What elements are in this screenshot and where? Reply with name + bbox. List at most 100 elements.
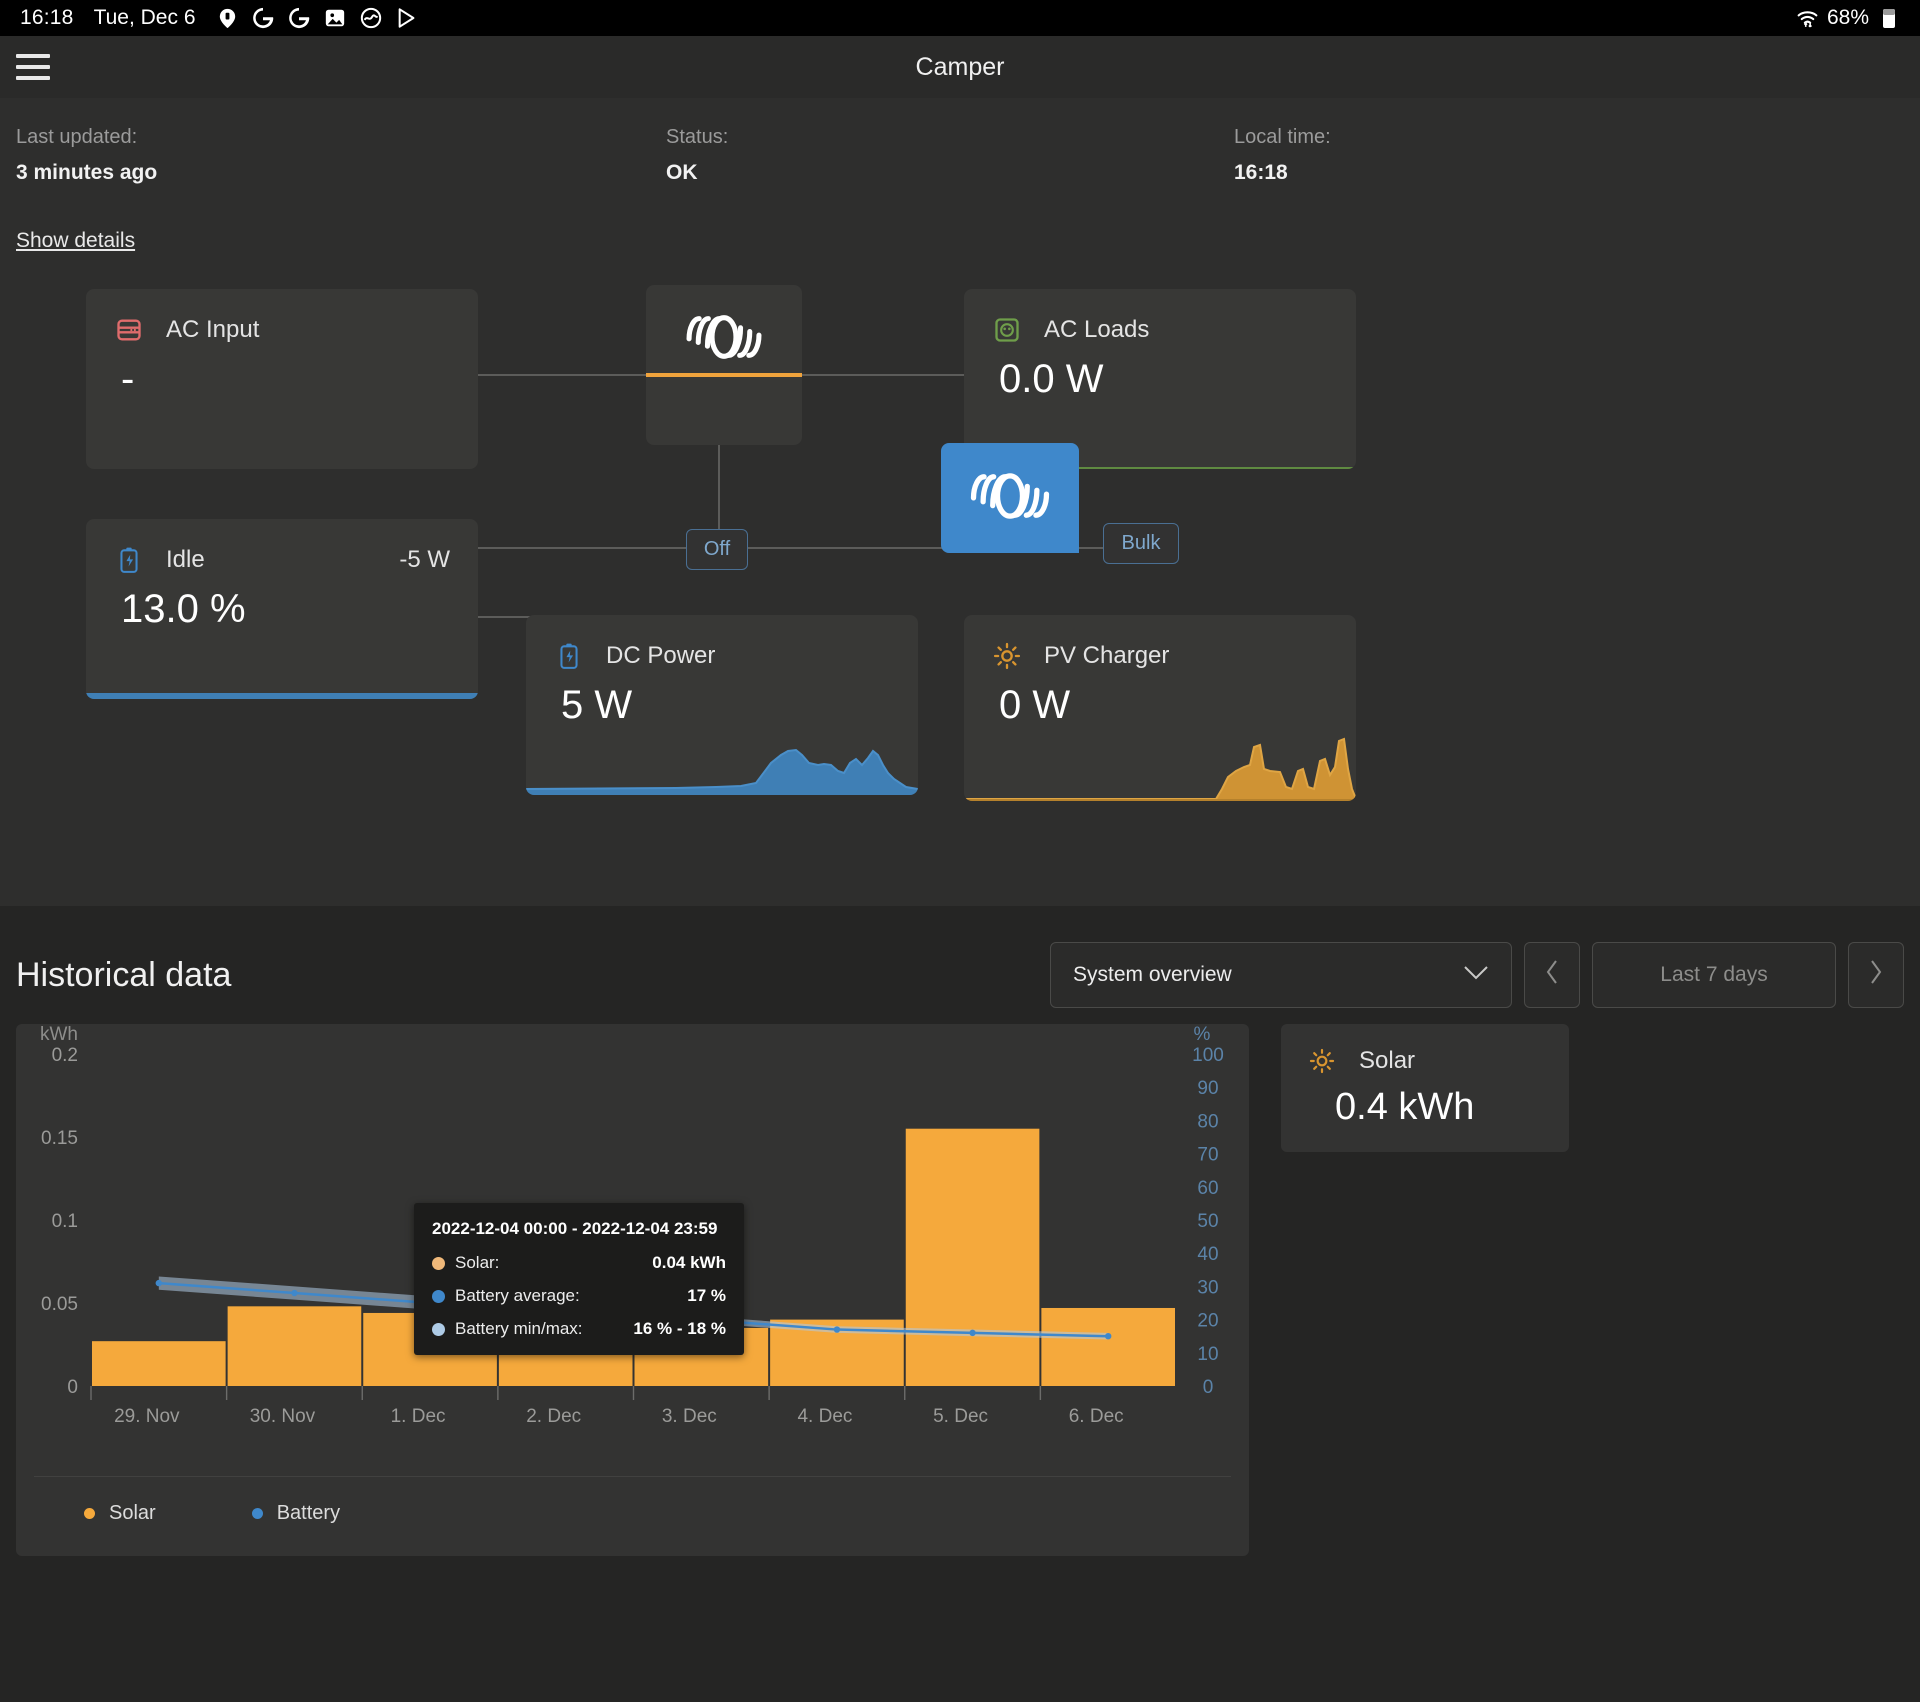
svg-text:90: 90 bbox=[1197, 1078, 1218, 1099]
tooltip-dot-solar bbox=[432, 1256, 445, 1270]
mppt-device-box[interactable] bbox=[941, 443, 1079, 553]
chevron-down-icon bbox=[1463, 963, 1489, 987]
svg-text:0.2: 0.2 bbox=[52, 1045, 78, 1066]
status-bar-right-cluster: 68% bbox=[1796, 6, 1900, 30]
chevron-right-icon bbox=[1869, 959, 1883, 992]
chart-bar[interactable] bbox=[1041, 1307, 1175, 1386]
wifi-icon bbox=[1796, 7, 1819, 30]
tooltip-label-solar: Solar: bbox=[455, 1253, 500, 1272]
svg-text:10: 10 bbox=[1197, 1344, 1218, 1365]
legend-label-battery: Battery bbox=[276, 1502, 341, 1524]
svg-text:%: % bbox=[1194, 1024, 1211, 1045]
ac-input-value: - bbox=[121, 357, 135, 401]
dataset-select[interactable]: System overview bbox=[1050, 942, 1512, 1008]
tooltip-value-battery-average: 17 % bbox=[687, 1286, 726, 1305]
status-value: OK bbox=[666, 161, 698, 184]
play-store-icon bbox=[396, 7, 419, 30]
system-status-bar: 16:18 Tue, Dec 6 68% bbox=[0, 0, 1920, 36]
dc-power-sparkline bbox=[526, 703, 918, 795]
tooltip-dot-battery-average bbox=[432, 1289, 445, 1303]
battery-indicator-line bbox=[86, 693, 478, 699]
battery-icon bbox=[554, 641, 584, 671]
tooltip-value-battery-minmax: 16 % - 18 % bbox=[633, 1319, 726, 1338]
pv-charger-title: PV Charger bbox=[1044, 642, 1170, 669]
wire-inverter-to-acloads bbox=[800, 374, 964, 376]
legend-item-battery[interactable]: Battery bbox=[251, 1502, 341, 1525]
tooltip-value-solar: 0.04 kWh bbox=[652, 1253, 726, 1272]
google-icon bbox=[252, 7, 275, 30]
chart-point[interactable] bbox=[155, 1279, 163, 1287]
x-axis-tick-label: 29. Nov bbox=[114, 1406, 180, 1427]
x-axis-tick-label: 2. Dec bbox=[526, 1406, 581, 1427]
svg-text:0: 0 bbox=[67, 1377, 78, 1398]
sun-icon bbox=[992, 641, 1022, 671]
solar-summary-card[interactable]: Solar 0.4 kWh bbox=[1281, 1024, 1569, 1152]
chart-point[interactable] bbox=[291, 1289, 298, 1297]
svg-text:kWh: kWh bbox=[40, 1024, 78, 1045]
svg-text:40: 40 bbox=[1197, 1244, 1218, 1265]
tooltip-label-battery-average: Battery average: bbox=[455, 1286, 580, 1305]
show-details-link[interactable]: Show details bbox=[16, 229, 135, 253]
legend-item-solar[interactable]: Solar bbox=[84, 1502, 156, 1525]
last-updated-value: 3 minutes ago bbox=[16, 161, 158, 184]
google-icon bbox=[288, 7, 311, 30]
svg-text:60: 60 bbox=[1197, 1178, 1218, 1199]
wire-acinput-to-inverter bbox=[478, 374, 648, 376]
ac-loads-title: AC Loads bbox=[1044, 316, 1150, 343]
ac-input-card[interactable]: AC Input - bbox=[86, 289, 478, 469]
hamburger-menu-icon[interactable] bbox=[16, 54, 50, 80]
battery-state-label: Idle bbox=[166, 546, 205, 573]
dc-power-title: DC Power bbox=[606, 642, 716, 669]
battery-soc-value: 13.0 % bbox=[121, 587, 246, 631]
next-period-button[interactable] bbox=[1848, 942, 1904, 1008]
chart-bar[interactable] bbox=[92, 1341, 226, 1386]
pv-charger-card[interactable]: PV Charger 0 W bbox=[964, 615, 1356, 801]
historical-data-panel: Historical data System overview Last 7 d… bbox=[0, 906, 1920, 1702]
historical-chart-card[interactable]: kWh 0 0.05 0.1 0.15 0.2% 0 10 20 30 40 50 60 70 80 90 10… bbox=[16, 1024, 1249, 1556]
ac-input-header: AC Input bbox=[86, 289, 478, 345]
battery-card[interactable]: Idle -5 W 13.0 % bbox=[86, 519, 478, 699]
ac-input-icon bbox=[114, 315, 144, 345]
mppt-state-badge[interactable]: Bulk bbox=[1103, 523, 1179, 564]
tooltip-row-battery-minmax: Battery min/max: 16 % - 18 % bbox=[432, 1319, 726, 1339]
chart-point[interactable] bbox=[969, 1329, 976, 1337]
svg-text:70: 70 bbox=[1197, 1145, 1218, 1166]
legend-dot-battery bbox=[251, 1508, 263, 1519]
pin-icon bbox=[216, 7, 239, 30]
ac-loads-outlet-icon bbox=[992, 315, 1022, 345]
chevron-left-icon bbox=[1545, 959, 1559, 992]
tooltip-dot-battery-minmax bbox=[432, 1322, 445, 1336]
local-time-value: 16:18 bbox=[1234, 161, 1288, 184]
status-block: Status: OK bbox=[666, 126, 1234, 185]
chart-bar[interactable] bbox=[227, 1306, 362, 1386]
solar-summary-title: Solar bbox=[1359, 1047, 1416, 1074]
chart-point[interactable] bbox=[833, 1326, 841, 1333]
local-time-label: Local time: bbox=[1234, 126, 1331, 148]
dataset-select-value: System overview bbox=[1073, 963, 1232, 986]
sync-icon bbox=[360, 7, 383, 30]
pv-charger-sparkline bbox=[964, 709, 1356, 801]
dc-power-card[interactable]: DC Power 5 W bbox=[526, 615, 918, 795]
x-axis-tick-label: 6. Dec bbox=[1069, 1406, 1124, 1427]
sun-icon bbox=[1307, 1046, 1337, 1076]
legend-label-solar: Solar bbox=[109, 1502, 156, 1524]
battery-icon bbox=[114, 545, 144, 575]
chart-area: kWh 0 0.05 0.1 0.15 0.2% 0 10 20 30 40 50 60 70 80 90 10… bbox=[0, 1008, 1920, 1556]
victron-logo-icon bbox=[678, 307, 770, 372]
battery-percent-label: 68% bbox=[1826, 6, 1869, 29]
svg-text:80: 80 bbox=[1197, 1111, 1218, 1132]
app-header-bar: Camper bbox=[0, 36, 1920, 98]
chart-tooltip: 2022-12-04 00:00 - 2022-12-04 23:59 Sola… bbox=[414, 1203, 744, 1355]
svg-text:50: 50 bbox=[1197, 1211, 1218, 1232]
x-axis-tick-label: 30. Nov bbox=[250, 1406, 316, 1427]
ac-loads-card[interactable]: AC Loads 0.0 W bbox=[964, 289, 1356, 469]
svg-text:0.15: 0.15 bbox=[41, 1128, 78, 1149]
previous-period-button[interactable] bbox=[1524, 942, 1580, 1008]
page-title: Camper bbox=[915, 52, 1005, 81]
inverter-state-badge[interactable]: Off bbox=[686, 529, 748, 570]
status-bar-notification-icons bbox=[216, 7, 419, 30]
chart-point[interactable] bbox=[1104, 1333, 1112, 1340]
inverter-device-box[interactable] bbox=[646, 285, 802, 445]
date-range-button[interactable]: Last 7 days bbox=[1592, 942, 1836, 1008]
chart-bar[interactable] bbox=[905, 1128, 1040, 1386]
